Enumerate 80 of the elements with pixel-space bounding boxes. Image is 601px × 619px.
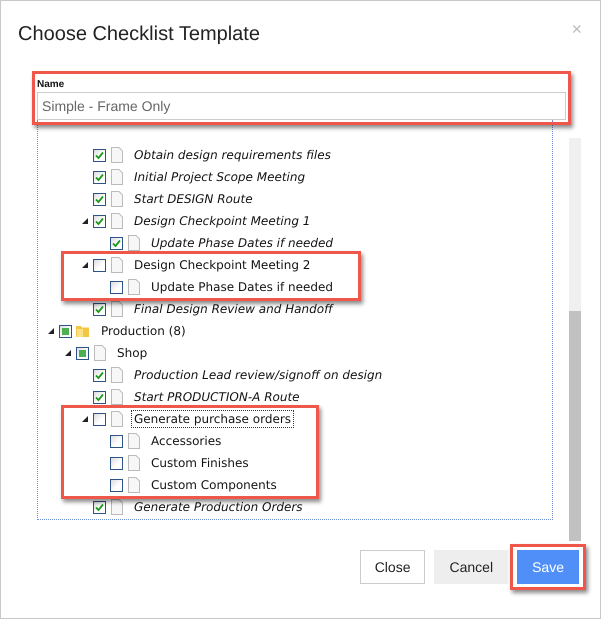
dialog-button[interactable]: Cancel [434, 550, 508, 584]
dialog-button[interactable]: Close [360, 550, 426, 584]
checkbox[interactable] [110, 280, 123, 294]
file-icon [128, 279, 140, 295]
checkbox[interactable] [93, 302, 106, 316]
checkbox[interactable] [93, 214, 106, 228]
folder-icon [76, 324, 90, 338]
tree-item-label[interactable]: Final Design Review and Handoff [132, 301, 335, 317]
tree-row[interactable]: Generate purchase orders [78, 408, 294, 430]
tree-row[interactable]: Update Phase Dates if needed [95, 276, 336, 298]
checkbox[interactable] [93, 368, 106, 382]
file-icon [94, 345, 106, 361]
file-icon [111, 213, 123, 229]
tree-row[interactable]: Design Checkpoint Meeting 2 [78, 254, 336, 276]
tree-row[interactable]: Custom Components [95, 474, 294, 496]
tree-item-label[interactable]: Design Checkpoint Meeting 1 [132, 213, 312, 229]
tree-item-label[interactable]: Generate purchase orders [132, 411, 294, 427]
tree-row[interactable]: Final Design Review and Handoff [78, 298, 552, 320]
tree-item-label[interactable]: Initial Project Scope Meeting [132, 169, 308, 185]
tree-item-label[interactable]: Start DESIGN Route [132, 191, 255, 207]
checkbox[interactable] [93, 170, 106, 184]
checkbox[interactable] [59, 324, 72, 338]
scrollbar-thumb[interactable] [569, 311, 581, 541]
scrollbar[interactable] [569, 138, 581, 541]
dialog-title: Choose Checklist Template [18, 22, 260, 46]
checkbox[interactable] [110, 434, 123, 448]
checkbox[interactable] [93, 390, 106, 404]
tree-row[interactable]: Design Checkpoint Meeting 1 [78, 210, 552, 232]
checkbox[interactable] [93, 500, 106, 514]
file-icon [111, 389, 123, 405]
tree-item-label[interactable]: Custom Finishes [149, 455, 251, 471]
tree-item-label[interactable]: Start PRODUCTION-A Route [132, 389, 302, 405]
tree-item-label[interactable]: Accessories [149, 433, 224, 449]
tree-row[interactable]: Generate Production Orders [78, 496, 552, 518]
file-icon [128, 433, 140, 449]
checkbox[interactable] [110, 478, 123, 492]
tree-item-label[interactable]: Generate Production Orders [132, 499, 305, 515]
file-icon [111, 257, 123, 273]
expanded-arrow-icon[interactable] [82, 416, 88, 422]
tree-item-label[interactable]: Obtain design requirements files [132, 147, 333, 163]
checkbox[interactable] [76, 346, 89, 360]
file-icon [111, 169, 123, 185]
tree-item-label[interactable]: Design Checkpoint Meeting 2 [132, 257, 312, 273]
file-icon [128, 477, 140, 493]
tree-row[interactable]: Update Phase Dates if needed [95, 232, 552, 254]
tree-row[interactable]: Production (8) [44, 320, 552, 342]
tree-row[interactable]: Custom Finishes [95, 452, 294, 474]
tree-row[interactable]: Accessories [95, 430, 294, 452]
expanded-arrow-icon[interactable] [48, 328, 54, 334]
tree-row[interactable]: Shop [61, 342, 552, 364]
tree-item-label[interactable]: Update Phase Dates if needed [149, 235, 336, 251]
name-input[interactable]: Simple - Frame Only [37, 92, 566, 120]
checkbox[interactable] [93, 258, 106, 272]
file-icon [111, 367, 123, 383]
file-icon [111, 411, 123, 427]
tree-row[interactable]: Obtain design requirements files [78, 144, 552, 166]
file-icon [128, 235, 140, 251]
tree-item-label[interactable]: Shop [115, 345, 150, 361]
expanded-arrow-icon[interactable] [82, 218, 88, 224]
checkbox[interactable] [93, 192, 106, 206]
expanded-arrow-icon[interactable] [82, 262, 88, 268]
checkbox[interactable] [110, 456, 123, 470]
tree-row[interactable]: Start PRODUCTION-A Route [78, 386, 552, 408]
tree-item-label[interactable]: Custom Components [149, 477, 279, 493]
tree-item-label[interactable]: Update Phase Dates if needed [149, 279, 336, 295]
tree-row[interactable]: Initial Project Scope Meeting [78, 166, 552, 188]
checkbox[interactable] [93, 412, 106, 426]
checkbox[interactable] [110, 236, 123, 250]
file-icon [111, 147, 123, 163]
expanded-arrow-icon[interactable] [65, 350, 71, 356]
checkbox[interactable] [93, 148, 106, 162]
tree-row[interactable]: Production Lead review/signoff on design [78, 364, 552, 386]
file-icon [128, 455, 140, 471]
tree-item-label[interactable]: Production Lead review/signoff on design [132, 367, 384, 383]
tree-item-label[interactable]: Production (8) [99, 323, 188, 339]
name-label: Name [37, 79, 66, 90]
file-icon [111, 191, 123, 207]
tree-row[interactable]: Start DESIGN Route [78, 188, 552, 210]
file-icon [111, 301, 123, 317]
file-icon [111, 499, 123, 515]
